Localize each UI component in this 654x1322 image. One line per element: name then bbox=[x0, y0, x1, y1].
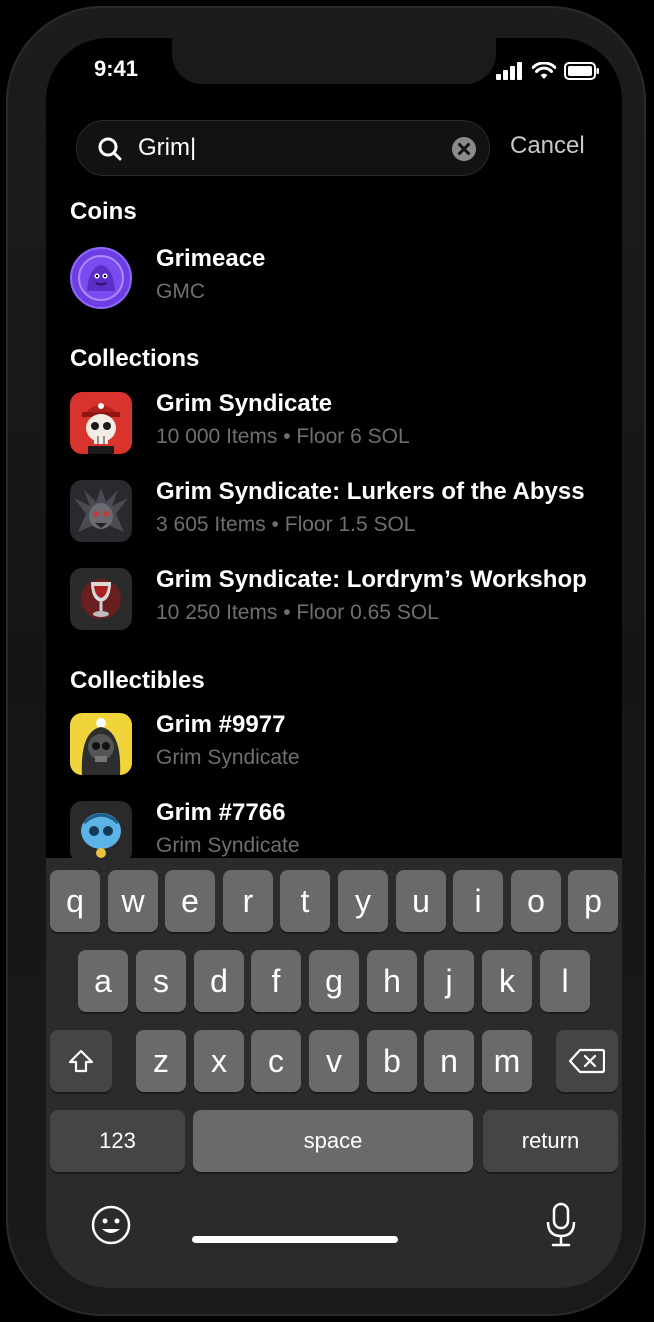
key-r[interactable]: r bbox=[223, 870, 273, 932]
key-w[interactable]: w bbox=[108, 870, 158, 932]
collection-stats: 3 605 Items • Floor 1.5 SOL bbox=[156, 513, 416, 536]
key-l[interactable]: l bbox=[540, 950, 590, 1012]
cancel-button[interactable]: Cancel bbox=[510, 132, 585, 160]
key-m[interactable]: m bbox=[482, 1030, 532, 1092]
section-title-collectibles: Collectibles bbox=[70, 667, 205, 694]
key-c[interactable]: c bbox=[251, 1030, 301, 1092]
key-n[interactable]: n bbox=[424, 1030, 474, 1092]
collection-item[interactable]: Grim Syndicate: Lurkers of the Abyss 3 6… bbox=[70, 478, 610, 542]
status-icons bbox=[496, 62, 600, 80]
collectible-thumbnail bbox=[70, 801, 132, 863]
key-d[interactable]: d bbox=[194, 950, 244, 1012]
shift-icon bbox=[68, 1049, 94, 1073]
collection-item[interactable]: Grim Syndicate: Lordrym’s Workshop 10 25… bbox=[70, 566, 610, 630]
chalice-icon bbox=[81, 579, 121, 619]
return-key[interactable]: return bbox=[483, 1110, 618, 1172]
key-g[interactable]: g bbox=[309, 950, 359, 1012]
key-j[interactable]: j bbox=[424, 950, 474, 1012]
collection-name: Grim Syndicate: Lordrym’s Workshop bbox=[156, 566, 587, 593]
collectible-name: Grim #9977 bbox=[156, 711, 286, 738]
phone-frame: 9:41 Grim| Cancel Coins Grimeace GMC Col… bbox=[6, 6, 646, 1316]
collection-item[interactable]: Grim Syndicate 10 000 Items • Floor 6 SO… bbox=[70, 390, 610, 454]
emoji-icon[interactable] bbox=[90, 1204, 132, 1246]
battery-icon bbox=[564, 62, 599, 80]
key-q[interactable]: q bbox=[50, 870, 100, 932]
key-k[interactable]: k bbox=[482, 950, 532, 1012]
search-field[interactable]: Grim| bbox=[76, 120, 490, 176]
collectible-thumbnail bbox=[70, 713, 132, 775]
key-z[interactable]: z bbox=[136, 1030, 186, 1092]
collection-stats: 10 250 Items • Floor 0.65 SOL bbox=[156, 601, 439, 624]
collectible-item[interactable]: Grim #9977 Grim Syndicate bbox=[70, 711, 610, 775]
key-o[interactable]: o bbox=[511, 870, 561, 932]
wifi-icon bbox=[532, 62, 556, 79]
key-s[interactable]: s bbox=[136, 950, 186, 1012]
numbers-key[interactable]: 123 bbox=[50, 1110, 185, 1172]
key-u[interactable]: u bbox=[396, 870, 446, 932]
collectible-collection: Grim Syndicate bbox=[156, 746, 300, 769]
search-input[interactable]: Grim| bbox=[138, 134, 196, 162]
microphone-icon[interactable] bbox=[544, 1202, 578, 1248]
keyboard: q w e r t y u i o p a s d f g h j k l z bbox=[46, 858, 622, 1288]
notch bbox=[172, 38, 496, 84]
coin-logo bbox=[70, 247, 132, 309]
collection-name: Grim Syndicate: Lurkers of the Abyss bbox=[156, 478, 585, 505]
coin-item-grimeace[interactable]: Grimeace GMC bbox=[70, 245, 610, 309]
collection-thumbnail bbox=[70, 392, 132, 454]
key-f[interactable]: f bbox=[251, 950, 301, 1012]
backspace-icon bbox=[569, 1048, 605, 1074]
collection-stats: 10 000 Items • Floor 6 SOL bbox=[156, 425, 410, 448]
home-indicator bbox=[192, 1236, 398, 1243]
key-y[interactable]: y bbox=[338, 870, 388, 932]
key-b[interactable]: b bbox=[367, 1030, 417, 1092]
hooded-skull-icon bbox=[81, 718, 121, 775]
grimace-icon bbox=[78, 255, 124, 301]
delete-key[interactable] bbox=[556, 1030, 618, 1092]
collectible-item[interactable]: Grim #7766 Grim Syndicate bbox=[70, 799, 610, 863]
key-t[interactable]: t bbox=[280, 870, 330, 932]
key-v[interactable]: v bbox=[309, 1030, 359, 1092]
key-a[interactable]: a bbox=[78, 950, 128, 1012]
collection-thumbnail bbox=[70, 568, 132, 630]
blue-skull-icon bbox=[81, 813, 121, 858]
key-h[interactable]: h bbox=[367, 950, 417, 1012]
skull-cap-icon bbox=[82, 403, 120, 454]
search-icon bbox=[98, 137, 122, 161]
section-title-coins: Coins bbox=[70, 198, 137, 225]
key-x[interactable]: x bbox=[194, 1030, 244, 1092]
collection-thumbnail bbox=[70, 480, 132, 542]
key-i[interactable]: i bbox=[453, 870, 503, 932]
shift-key[interactable] bbox=[50, 1030, 112, 1092]
abyss-creature-icon bbox=[74, 488, 128, 532]
collection-name: Grim Syndicate bbox=[156, 390, 333, 417]
section-title-collections: Collections bbox=[70, 345, 200, 372]
status-time: 9:41 bbox=[94, 56, 139, 81]
collectible-collection: Grim Syndicate bbox=[156, 834, 300, 857]
coin-name: Grimeace bbox=[156, 245, 266, 272]
cellular-signal-icon bbox=[496, 62, 522, 80]
coin-symbol: GMC bbox=[156, 280, 205, 303]
screen: 9:41 Grim| Cancel Coins Grimeace GMC Col… bbox=[46, 38, 622, 1288]
collectible-name: Grim #7766 bbox=[156, 799, 286, 826]
key-p[interactable]: p bbox=[568, 870, 618, 932]
clear-search-icon[interactable] bbox=[451, 136, 477, 162]
key-e[interactable]: e bbox=[165, 870, 215, 932]
space-key[interactable]: space bbox=[193, 1110, 473, 1172]
